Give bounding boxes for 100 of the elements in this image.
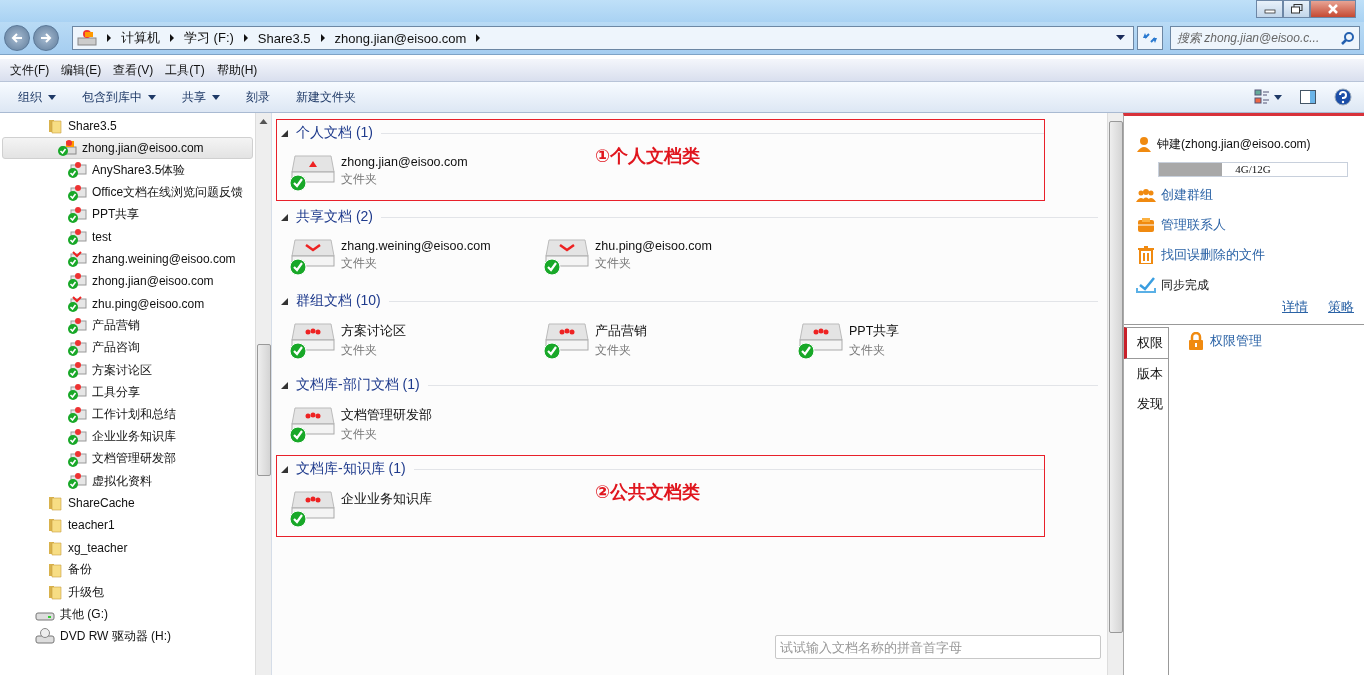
view-icon: [1254, 89, 1282, 105]
action-link[interactable]: 管理联系人: [1161, 216, 1226, 234]
folder-item[interactable]: zhang.weining@eisoo.com 文件夹: [289, 236, 543, 276]
breadcrumb-item[interactable]: Share3.5: [257, 30, 311, 46]
toolbar-button[interactable]: 新建文件夹: [286, 85, 366, 109]
folder-item[interactable]: 文档管理研发部 文件夹: [289, 404, 543, 444]
tree-item[interactable]: 备份: [2, 558, 253, 581]
forward-arrow-icon: [39, 31, 53, 45]
back-arrow-icon: [10, 31, 24, 45]
side-tab[interactable]: 版本: [1124, 359, 1168, 389]
tree-item[interactable]: 文档管理研发部: [2, 447, 253, 470]
tree-item[interactable]: 产品咨询: [2, 336, 253, 360]
shared-drive-icon: [543, 320, 589, 360]
group-heading[interactable]: 群组文档 (10): [296, 292, 381, 310]
tree-item[interactable]: Office文档在线浏览问题反馈: [2, 181, 253, 204]
tree-item[interactable]: ShareCache: [2, 492, 253, 515]
tree-item[interactable]: 工作计划和总结: [2, 403, 253, 426]
tree-item[interactable]: DVD RW 驱动器 (H:): [0, 625, 253, 648]
details-link[interactable]: 策略: [1328, 299, 1354, 316]
side-tab[interactable]: 权限: [1124, 327, 1168, 359]
tree-item[interactable]: test: [2, 225, 253, 249]
shared-folder-icon: [67, 250, 87, 269]
tree-item[interactable]: PPT共享: [2, 203, 253, 226]
folder-item[interactable]: 企业业务知识库: [289, 488, 543, 528]
shared-folder-icon: [67, 449, 87, 468]
toolbar-button[interactable]: 共享: [172, 85, 230, 109]
menu-item[interactable]: 查看(V): [107, 61, 160, 79]
tree-item[interactable]: 其他 (G:): [0, 603, 253, 626]
folder-icon: [47, 539, 63, 556]
tree-item[interactable]: zhang.weining@eisoo.com: [2, 248, 253, 271]
group-heading[interactable]: 共享文档 (2): [296, 208, 373, 226]
tree-item[interactable]: teacher1: [2, 514, 253, 537]
scroll-thumb[interactable]: [256, 344, 271, 476]
tree-item[interactable]: 升级包: [2, 580, 253, 604]
shared-folder-icon: [67, 361, 87, 380]
chevron-icon: [169, 34, 175, 42]
tree-item[interactable]: 虚拟化资料: [2, 470, 253, 493]
folder-item[interactable]: 方案讨论区 文件夹: [289, 320, 543, 360]
breadcrumb-item[interactable]: 学习 (F:): [184, 29, 234, 47]
folder-item[interactable]: PPT共享 文件夹: [797, 320, 1051, 360]
tree-item[interactable]: 方案讨论区: [2, 359, 253, 382]
annotation-label: ①个人文档类: [595, 145, 701, 168]
breadcrumb-item[interactable]: 计算机: [121, 29, 160, 47]
restore-button[interactable]: [1283, 0, 1310, 18]
user-icon: [1136, 136, 1152, 152]
back-button[interactable]: [4, 25, 30, 51]
tree-item[interactable]: zhong.jian@eisoo.com: [2, 270, 253, 293]
tree-item[interactable]: xg_teacher: [2, 536, 253, 559]
toolbar-button[interactable]: 组织: [8, 85, 66, 109]
tree-item[interactable]: zhu.ping@eisoo.com: [2, 292, 253, 315]
action-link[interactable]: 创建群组: [1161, 186, 1213, 204]
scrollbar[interactable]: [255, 113, 271, 675]
folder-item[interactable]: 产品营销 文件夹: [543, 320, 797, 360]
collapse-icon[interactable]: [281, 465, 288, 473]
folder-icon: [47, 118, 63, 135]
shared-folder-icon: [67, 205, 87, 224]
sync-check-icon: [1136, 277, 1156, 293]
action-link[interactable]: 找回误删除的文件: [1161, 246, 1265, 264]
side-tab[interactable]: 发现: [1124, 389, 1168, 419]
menu-item[interactable]: 编辑(E): [55, 61, 108, 79]
shared-drive-icon: [289, 152, 335, 192]
address-field[interactable]: 计算机 学习 (F:) Share3.5 zhong.jian@eisoo.com: [72, 26, 1134, 50]
group-heading[interactable]: 文档库-知识库 (1): [296, 460, 406, 478]
group-heading[interactable]: 文档库-部门文档 (1): [296, 376, 420, 394]
help-icon: [1334, 88, 1352, 106]
pinyin-search-field[interactable]: 试试输入文档名称的拼音首字母: [775, 635, 1101, 659]
collapse-icon[interactable]: [281, 297, 288, 305]
tree-item[interactable]: 企业业务知识库: [2, 425, 253, 448]
permission-link[interactable]: 权限管理: [1210, 332, 1262, 350]
details-link[interactable]: 详情: [1282, 299, 1308, 316]
tree-item[interactable]: Share3.5: [2, 115, 253, 138]
menu-item[interactable]: 文件(F): [4, 61, 56, 79]
tree-item[interactable]: 产品营销: [2, 314, 253, 337]
collapse-icon[interactable]: [281, 381, 288, 389]
group-heading[interactable]: 个人文档 (1): [296, 124, 373, 142]
people-icon: [1136, 187, 1156, 203]
caret-icon: [48, 94, 56, 100]
search-icon: [1341, 31, 1355, 45]
menu-item[interactable]: 工具(T): [159, 61, 211, 79]
tree-item[interactable]: zhong.jian@eisoo.com: [2, 137, 253, 160]
tree-item[interactable]: AnyShare3.5体验: [2, 159, 253, 182]
breadcrumb-item[interactable]: zhong.jian@eisoo.com: [334, 30, 467, 46]
shared-drive-icon: [289, 488, 335, 528]
shared-drive-icon: [543, 236, 589, 276]
collapse-icon[interactable]: [281, 213, 288, 221]
toolbar-button[interactable]: 包含到库中: [72, 85, 166, 109]
shared-folder-icon: [67, 427, 87, 446]
forward-button[interactable]: [33, 25, 59, 51]
tree-item[interactable]: 工具分享: [2, 381, 253, 404]
toolbar-button[interactable]: 刻录: [236, 85, 280, 109]
restore-icon: [1290, 4, 1303, 14]
dropdown-icon[interactable]: [1116, 35, 1125, 41]
collapse-icon[interactable]: [281, 129, 288, 137]
folder-item[interactable]: zhu.ping@eisoo.com 文件夹: [543, 236, 797, 276]
close-button[interactable]: [1310, 0, 1356, 18]
refresh-button[interactable]: [1137, 26, 1163, 50]
search-field[interactable]: 搜索 zhong.jian@eisoo.c...: [1170, 26, 1360, 50]
folder-item[interactable]: zhong.jian@eisoo.com 文件夹: [289, 152, 543, 192]
chevron-icon: [475, 34, 482, 42]
menu-item[interactable]: 帮助(H): [210, 61, 264, 79]
